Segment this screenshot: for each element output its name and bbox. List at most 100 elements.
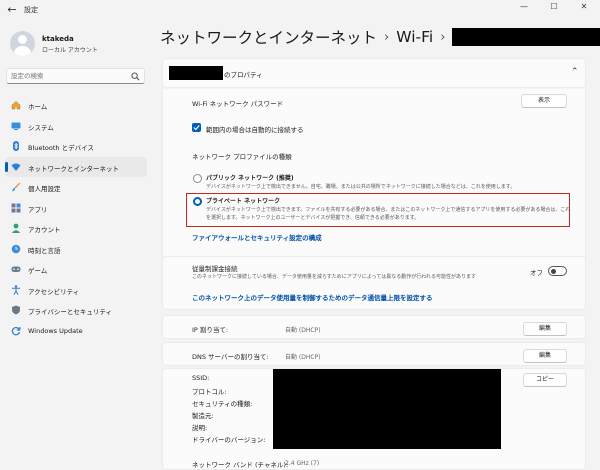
auto-connect-checkbox[interactable]	[192, 123, 201, 132]
ip-assignment-card: IP 割り当て: 自動 (DHCP) 編集	[162, 315, 586, 339]
search-icon[interactable]	[131, 72, 140, 81]
properties-body: Wi-Fi ネットワーク パスワード 表示 範囲内の場合は自動的に接続する ネッ…	[162, 89, 586, 279]
firewall-settings-link[interactable]: ファイアウォールとセキュリティ設定の構成	[192, 232, 322, 242]
metered-connection-label: 従量制課金接続	[192, 265, 238, 273]
dns-assignment-label: DNS サーバーの割り当て:	[192, 353, 269, 361]
redacted-ssid	[169, 66, 223, 80]
sidebar-item-bluetooth[interactable]: Bluetooth とデバイス	[5, 136, 147, 156]
minimize-button[interactable]: —	[510, 0, 538, 16]
ip-assignment-value: 自動 (DHCP)	[285, 327, 321, 334]
sidebar-item-label: 個人用設定	[28, 185, 61, 193]
sidebar-item-label: アクセシビリティ	[28, 287, 80, 296]
accessibility-icon	[12, 284, 20, 295]
edit-dns-button[interactable]: 編集	[523, 349, 567, 363]
sidebar-item-label: ホーム	[28, 103, 48, 111]
window-title: 設定	[24, 6, 38, 14]
checkmark-icon	[193, 125, 200, 131]
private-network-title: プライベート ネットワーク	[206, 198, 281, 205]
sidebar-item-accounts[interactable]: アカウント	[5, 218, 147, 238]
ip-assignment-label: IP 割り当て:	[192, 326, 229, 334]
sidebar-item-label: プライバシーとセキュリティ	[28, 308, 112, 316]
private-network-desc-2: を選択します。ネットワーク上のユーザーとデバイスが把握でき、信頼できる必要があり…	[206, 215, 420, 221]
private-network-radio[interactable]	[193, 197, 202, 206]
breadcrumb-separator: ›	[384, 29, 390, 45]
user-profile[interactable]: ktakeda ローカル アカウント	[10, 30, 150, 58]
detail-driver-label: ドライバーのバージョン:	[192, 436, 266, 444]
metered-toggle-state: オフ	[530, 269, 543, 277]
metered-connection-card: 従量制課金接続 このネットワークに接続している場合、データ使用量を減らすためにア…	[162, 256, 586, 310]
sidebar-item-time-language[interactable]: 時刻と言語	[5, 239, 147, 259]
sidebar-item-apps[interactable]: アプリ	[5, 198, 147, 218]
brush-icon	[11, 182, 21, 192]
user-name: ktakeda	[42, 35, 74, 43]
account-type: ローカル アカウント	[42, 47, 98, 54]
sidebar-item-personalization[interactable]: 個人用設定	[5, 177, 147, 197]
properties-title: のプロパティ	[224, 71, 263, 79]
network-details-card: SSID: プロトコル: セキュリティの種類: 製造元: 説明: ドライバーのバ…	[162, 368, 586, 470]
title-bar: ← 設定 — ☐ ✕	[0, 0, 600, 20]
redacted-details	[273, 369, 501, 449]
sidebar-item-label: 時刻と言語	[28, 246, 61, 255]
sidebar-item-label: Windows Update	[28, 326, 83, 335]
sidebar-item-windows-update[interactable]: Windows Update	[5, 321, 147, 341]
detail-ssid-label: SSID:	[192, 374, 210, 382]
wifi-icon	[11, 163, 21, 171]
metered-toggle[interactable]	[548, 266, 567, 276]
close-button[interactable]: ✕	[570, 0, 598, 16]
breadcrumb: ネットワークとインターネット › Wi-Fi ›	[160, 26, 600, 48]
sidebar-item-label: システム	[28, 123, 54, 132]
clock-icon	[11, 244, 21, 253]
properties-header[interactable]: のプロパティ ⌃	[162, 58, 586, 88]
public-network-desc: デバイスがネットワーク上で検出できません。自宅、職場、または公共の場所でネットワ…	[206, 184, 516, 190]
sidebar-item-label: アプリ	[28, 205, 48, 214]
edit-ip-button[interactable]: 編集	[523, 322, 567, 336]
apps-icon	[11, 203, 21, 212]
sidebar-item-label: Bluetooth とデバイス	[28, 144, 94, 152]
system-icon	[11, 122, 21, 130]
detail-protocol-label: プロトコル:	[192, 388, 227, 396]
breadcrumb-wifi[interactable]: Wi-Fi	[396, 28, 433, 46]
update-icon	[11, 326, 21, 335]
search-input[interactable]	[11, 70, 129, 82]
maximize-button[interactable]: ☐	[540, 0, 568, 16]
home-icon	[11, 101, 21, 110]
back-arrow-icon[interactable]: ←	[5, 3, 19, 17]
public-network-title: パブリック ネットワーク (推奨)	[206, 175, 294, 182]
sidebar-item-label: アカウント	[28, 226, 61, 234]
shield-icon	[12, 305, 20, 315]
detail-description-label: 説明:	[192, 424, 208, 432]
detail-manufacturer-label: 製造元:	[192, 412, 214, 420]
bluetooth-icon	[13, 141, 19, 151]
sidebar-item-label: ゲーム	[28, 267, 48, 275]
dns-assignment-card: DNS サーバーの割り当て: 自動 (DHCP) 編集	[162, 342, 586, 366]
sidebar-item-system[interactable]: システム	[5, 116, 147, 136]
sidebar-item-gaming[interactable]: ゲーム	[5, 259, 147, 279]
sidebar-item-label: ネットワークとインターネット	[28, 164, 119, 173]
public-network-radio[interactable]	[193, 174, 202, 183]
copy-details-button[interactable]: コピー	[523, 373, 567, 387]
game-icon	[11, 266, 21, 272]
data-limit-link[interactable]: このネットワーク上のデータ使用量を制御するためのデータ通信量上限を設定する	[192, 292, 433, 302]
account-icon	[11, 223, 21, 233]
sidebar-item-privacy[interactable]: プライバシーとセキュリティ	[5, 300, 147, 320]
redacted-network-name	[452, 28, 600, 46]
private-network-desc-1: デバイスがネットワーク上で検出できます。ファイルを共有する必要がある場合、または…	[206, 207, 571, 213]
auto-connect-label: 範囲内の場合は自動的に接続する	[206, 126, 304, 134]
breadcrumb-separator: ›	[440, 29, 446, 45]
show-password-button[interactable]: 表示	[521, 94, 567, 108]
settings-search	[6, 68, 145, 84]
sidebar-item-network[interactable]: ネットワークとインターネット	[5, 156, 147, 177]
wifi-password-label: Wi-Fi ネットワーク パスワード	[192, 100, 284, 108]
chevron-up-icon[interactable]: ⌃	[571, 67, 579, 77]
sidebar-item-accessibility[interactable]: アクセシビリティ	[5, 280, 147, 300]
breadcrumb-network[interactable]: ネットワークとインターネット	[160, 29, 377, 47]
metered-connection-desc: このネットワークに接続している場合、データ使用量を減らすためにアプリによっては異…	[192, 274, 477, 280]
avatar	[10, 31, 35, 56]
sidebar-item-home[interactable]: ホーム	[5, 95, 147, 115]
network-band-label: ネットワーク バンド (チャネル):	[192, 461, 289, 469]
dns-assignment-value: 自動 (DHCP)	[285, 354, 321, 361]
profile-type-heading: ネットワーク プロファイルの種類	[192, 153, 292, 161]
sidebar-nav: ホーム システム Bluetooth とデバイス ネットワークとインターネット …	[5, 95, 147, 341]
detail-security-label: セキュリティの種類:	[192, 400, 253, 408]
network-band-value: 2.4 GHz (7)	[285, 460, 320, 467]
